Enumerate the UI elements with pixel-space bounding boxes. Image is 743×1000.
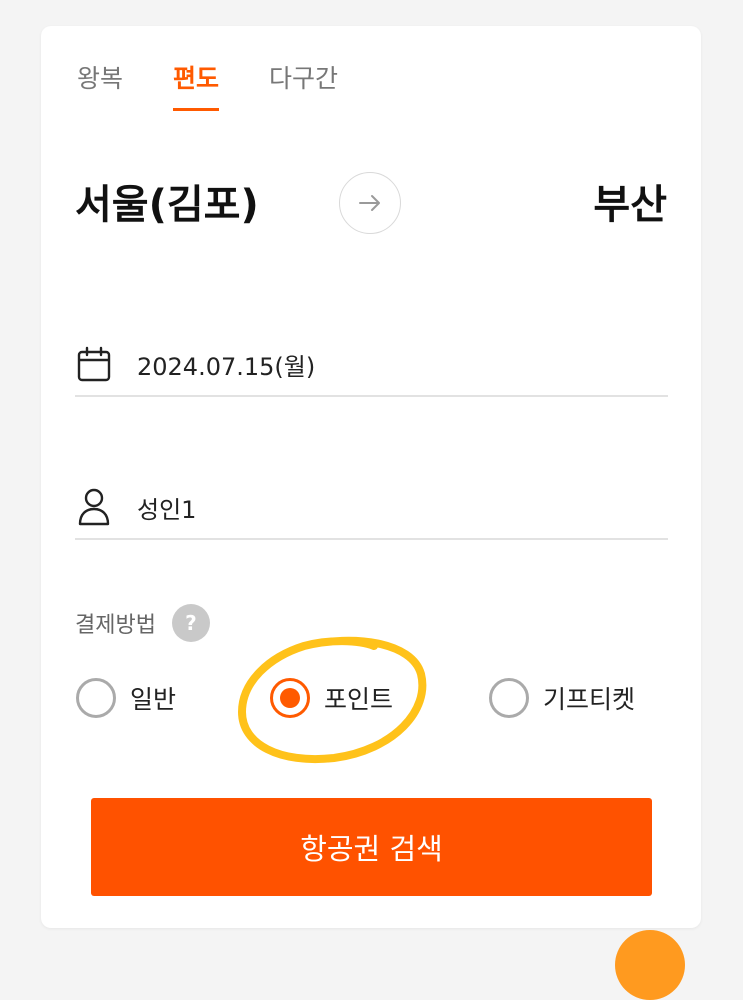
person-icon [75,488,113,526]
payment-method-label: 결제방법 [75,613,156,638]
date-field[interactable]: 2024.07.15(월) [75,333,668,397]
passenger-count: 성인1 [137,495,197,524]
tab-round-trip[interactable]: 왕복 [77,60,123,106]
payment-option-general[interactable]: 일반 [76,678,176,718]
help-icon[interactable]: ? [171,604,210,642]
trip-type-tabs: 왕복 편도 다구간 [77,60,388,111]
payment-option-label: 기프티켓 [543,685,636,714]
arrow-right-icon [359,195,380,211]
departure-date: 2024.07.15(월) [137,352,316,381]
tab-one-way[interactable]: 편도 [173,60,220,111]
payment-method-header: 결제방법 ? [75,604,210,642]
passenger-field[interactable]: 성인1 [75,476,668,540]
origin-airport[interactable]: 서울(김포) [75,178,259,232]
payment-option-label: 포인트 [324,685,394,714]
payment-option-gifticket[interactable]: 기프티켓 [489,678,635,718]
route-direction-button[interactable] [339,172,401,234]
payment-option-label: 일반 [130,685,177,714]
search-flights-button[interactable]: 항공권 검색 [91,798,652,896]
calendar-icon [75,345,113,383]
payment-option-point[interactable]: 포인트 [270,678,393,718]
radio-circle-icon [489,678,529,718]
tab-multi-city[interactable]: 다구간 [269,60,338,106]
destination-airport[interactable]: 부산 [593,178,667,232]
floating-action-icon[interactable] [615,930,685,1000]
radio-selected-icon [270,678,310,718]
radio-circle-icon [76,678,116,718]
